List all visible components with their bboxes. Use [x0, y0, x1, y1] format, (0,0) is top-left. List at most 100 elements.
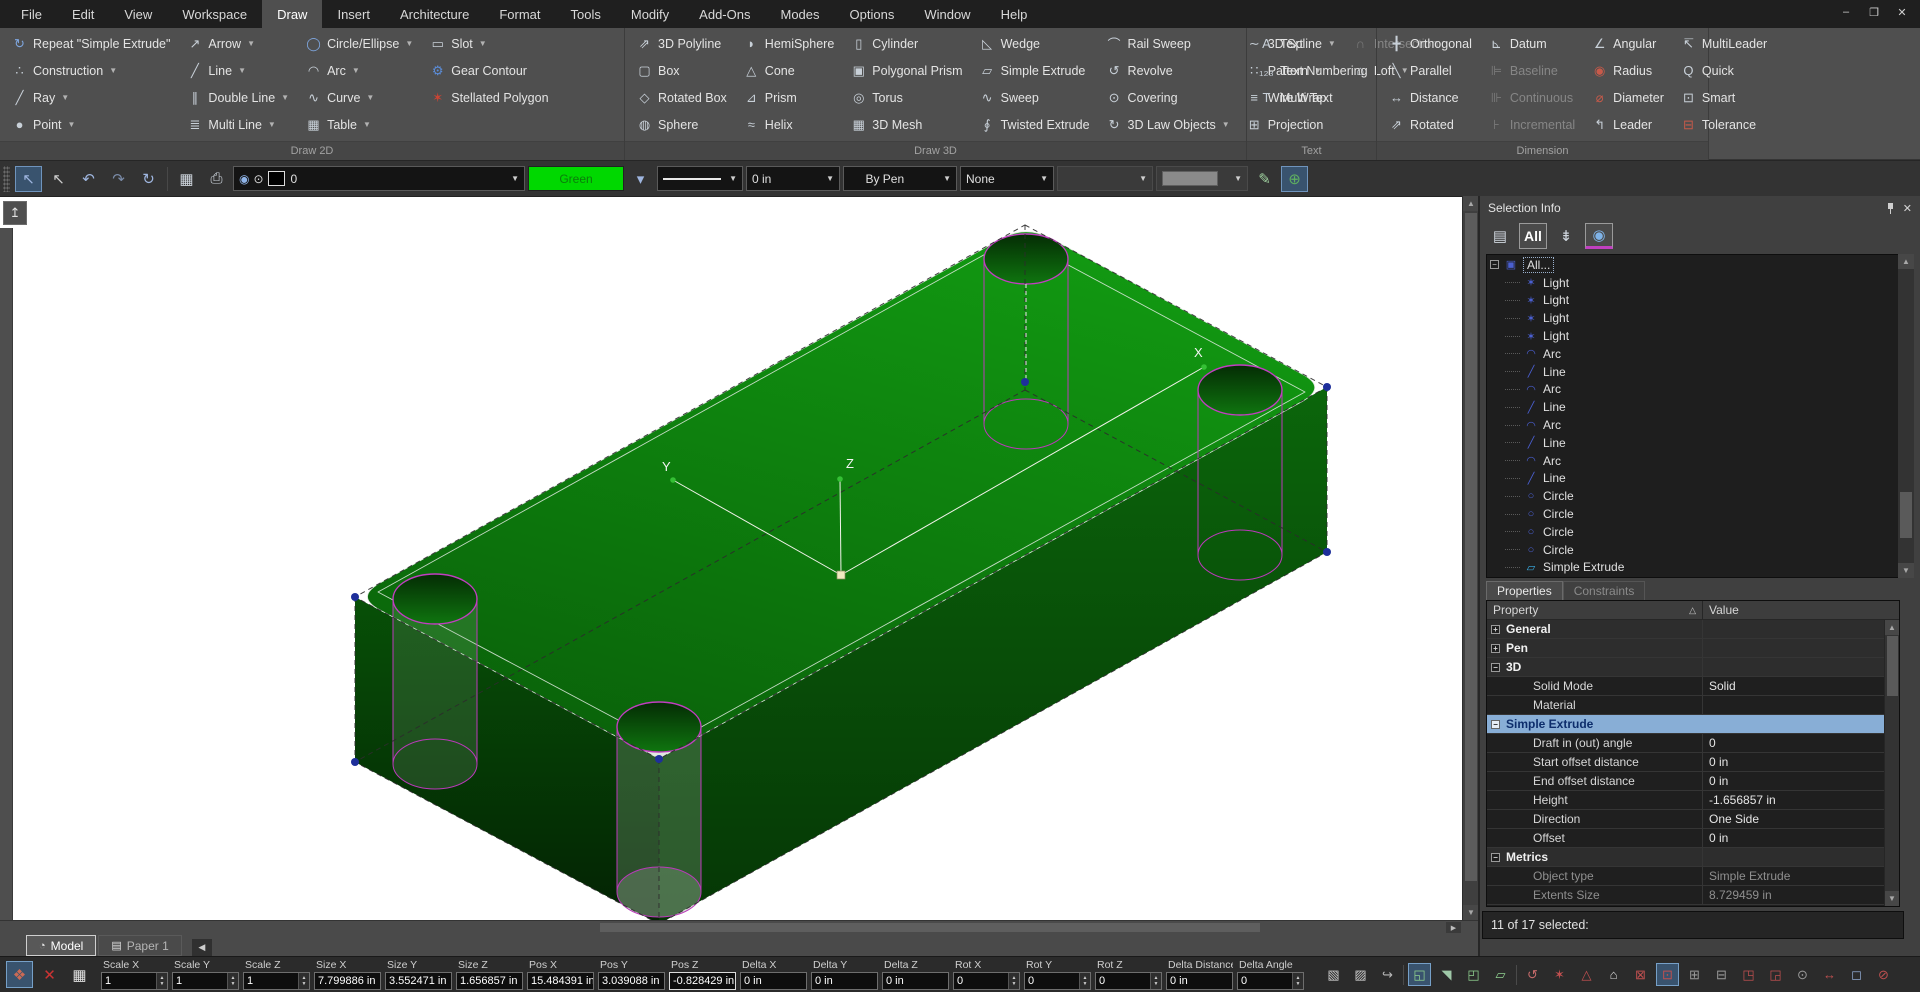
scroll-up-icon[interactable]: ▲: [1898, 254, 1914, 269]
ribbon-item-rotated-box[interactable]: ◇Rotated Box: [631, 85, 738, 110]
spin-down-icon[interactable]: ▼: [1296, 981, 1301, 987]
mode-toggle-icon[interactable]: ◥: [1435, 963, 1458, 986]
render-globe-icon[interactable]: ⊕: [1281, 166, 1308, 192]
mode-toggle-icon[interactable]: ⊙: [1791, 963, 1814, 986]
field-input-delta-angle[interactable]: 0▲▼: [1237, 972, 1304, 990]
property-row-start-offset-distance[interactable]: Start offset distance0 in: [1487, 753, 1899, 772]
tree-item-light[interactable]: ✶Light: [1487, 309, 1899, 327]
field-input-scale-z[interactable]: 1▲▼: [243, 972, 310, 990]
ribbon-item-rotated[interactable]: ⇗Rotated: [1383, 112, 1483, 137]
field-input-size-z[interactable]: 1.656857 in: [456, 972, 523, 990]
ribbon-item-orthogonal[interactable]: ╋Orthogonal: [1383, 31, 1483, 56]
ribbon-item-text[interactable]: AText: [1253, 31, 1379, 56]
hole-front[interactable]: [617, 702, 701, 917]
property-value[interactable]: 8.729459 in: [1703, 886, 1899, 904]
vertical-scroll-thumb[interactable]: [1465, 213, 1477, 881]
ribbon-item-3d-law-objects[interactable]: ↻3D Law Objects▼: [1101, 112, 1241, 137]
mode-toggle-icon[interactable]: ↔: [1818, 963, 1841, 986]
ribbon-item-curve[interactable]: ∿Curve▼: [300, 85, 424, 110]
tree-item-arc[interactable]: ◠Arc: [1487, 381, 1899, 399]
property-value[interactable]: 0 in: [1703, 753, 1899, 771]
menu-help[interactable]: Help: [986, 0, 1043, 28]
tree-item-circle[interactable]: ○Circle: [1487, 505, 1899, 523]
tree-item-arc[interactable]: ◠Arc: [1487, 345, 1899, 363]
property-value[interactable]: 0 in: [1703, 829, 1899, 847]
property-category-general[interactable]: +General: [1487, 620, 1899, 639]
property-category-metrics[interactable]: −Metrics: [1487, 848, 1899, 867]
ribbon-item-slot[interactable]: ▭Slot▼: [424, 31, 559, 56]
tree-item-light[interactable]: ✶Light: [1487, 327, 1899, 345]
tree-item-light[interactable]: ✶Light: [1487, 292, 1899, 310]
menu-file[interactable]: File: [6, 0, 57, 28]
ribbon-item-sphere[interactable]: ◍Sphere: [631, 112, 738, 137]
ribbon-item-simple-extrude[interactable]: ▱Simple Extrude: [974, 58, 1101, 83]
tab-constraints[interactable]: Constraints: [1563, 581, 1646, 600]
ribbon-item-diameter[interactable]: ⌀Diameter: [1586, 85, 1675, 110]
mode-toggle-icon[interactable]: ⊘: [1872, 963, 1895, 986]
selection-table-icon[interactable]: ▦: [66, 961, 93, 988]
scroll-down-icon[interactable]: ▼: [1463, 905, 1479, 920]
scroll-up-icon[interactable]: ▲: [1885, 620, 1899, 635]
ribbon-item-3d-polyline[interactable]: ⇗3D Polyline: [631, 31, 738, 56]
spin-down-icon[interactable]: ▼: [302, 981, 307, 987]
ribbon-item-cone[interactable]: △Cone: [738, 58, 845, 83]
spinner-icons[interactable]: ▲▼: [227, 973, 238, 989]
ribbon-item-angular[interactable]: ∠Angular: [1586, 31, 1675, 56]
menu-modify[interactable]: Modify: [616, 0, 684, 28]
menu-options[interactable]: Options: [835, 0, 910, 28]
ribbon-item-stellated-polygon[interactable]: ✶Stellated Polygon: [424, 85, 559, 110]
property-category-pen[interactable]: +Pen: [1487, 639, 1899, 658]
restore-button[interactable]: ❐: [1862, 3, 1886, 21]
expand-icon[interactable]: +: [1491, 644, 1500, 653]
scroll-down-icon[interactable]: ▼: [1885, 891, 1899, 906]
spin-down-icon[interactable]: ▼: [1154, 981, 1159, 987]
field-input-rot-y[interactable]: 0▲▼: [1024, 972, 1091, 990]
property-row-extents-size[interactable]: Extents Size8.729459 in: [1487, 886, 1899, 905]
spinner-icons[interactable]: ▲▼: [298, 973, 309, 989]
property-value[interactable]: Simple Extrude: [1703, 867, 1899, 885]
spinner-icons[interactable]: ▲▼: [156, 973, 167, 989]
tree-item-circle[interactable]: ○Circle: [1487, 487, 1899, 505]
ribbon-item-polygonal-prism[interactable]: ▣Polygonal Prism: [845, 58, 973, 83]
field-input-pos-z[interactable]: -0.828429 in: [669, 972, 736, 990]
menu-format[interactable]: Format: [484, 0, 555, 28]
mode-toggle-icon[interactable]: ✶: [1548, 963, 1571, 986]
menu-add-ons[interactable]: Add-Ons: [684, 0, 765, 28]
select-tool[interactable]: ↖: [15, 166, 42, 192]
hatch-combo[interactable]: None▼: [960, 166, 1054, 191]
ribbon-item-text-numbering[interactable]: ₁₂₃Text Numbering: [1253, 58, 1379, 83]
ribbon-item-prism[interactable]: ⊿Prism: [738, 85, 845, 110]
ribbon-item-box[interactable]: ▢Box: [631, 58, 738, 83]
field-input-rot-x[interactable]: 0▲▼: [953, 972, 1020, 990]
redo-button[interactable]: ↷: [105, 166, 132, 192]
property-value[interactable]: 0: [1703, 734, 1899, 752]
field-input-rot-z[interactable]: 0▲▼: [1095, 972, 1162, 990]
ribbon-item-line[interactable]: ╱Line▼: [181, 58, 300, 83]
mode-toggle-icon[interactable]: ⊠: [1629, 963, 1652, 986]
mode-toggle-icon[interactable]: ◻: [1845, 963, 1868, 986]
tree-item-line[interactable]: ╱Line: [1487, 470, 1899, 488]
ribbon-item-twisted-extrude[interactable]: ∮Twisted Extrude: [974, 112, 1101, 137]
ribbon-item-revolve[interactable]: ↺Revolve: [1101, 58, 1241, 83]
ribbon-item-cylinder[interactable]: ▯Cylinder: [845, 31, 973, 56]
ribbon-item-repeat-simple-extrude[interactable]: ↻Repeat "Simple Extrude": [6, 31, 181, 56]
layer-combo[interactable]: ◉⊙0▼: [233, 166, 525, 191]
ribbon-item-double-line[interactable]: ∥Double Line▼: [181, 85, 300, 110]
ribbon-item-arc[interactable]: ◠Arc▼: [300, 58, 424, 83]
mode-toggle-icon[interactable]: ⌂: [1602, 963, 1625, 986]
mode-toggle-icon[interactable]: ▧: [1322, 963, 1345, 986]
field-input-scale-y[interactable]: 1▲▼: [172, 972, 239, 990]
ribbon-item-distance[interactable]: ↔Distance: [1383, 85, 1483, 110]
edit-pencil-icon[interactable]: ✎: [1251, 166, 1278, 192]
menu-tools[interactable]: Tools: [556, 0, 616, 28]
spin-down-icon[interactable]: ▼: [231, 981, 236, 987]
property-value[interactable]: 0 in: [1703, 772, 1899, 790]
expand-levels-icon[interactable]: ⇟: [1552, 223, 1580, 249]
mode-toggle-icon[interactable]: ⊞: [1683, 963, 1706, 986]
property-value[interactable]: Solid: [1703, 677, 1899, 695]
ribbon-item-construction[interactable]: ∴Construction▼: [6, 58, 181, 83]
chevron-down-icon[interactable]: ▾: [627, 166, 654, 192]
ribbon-item-tolerance[interactable]: ⊟Tolerance: [1675, 112, 1778, 137]
property-row-offset[interactable]: Offset0 in: [1487, 829, 1899, 848]
property-category-simple-extrude[interactable]: −Simple Extrude: [1487, 715, 1899, 734]
